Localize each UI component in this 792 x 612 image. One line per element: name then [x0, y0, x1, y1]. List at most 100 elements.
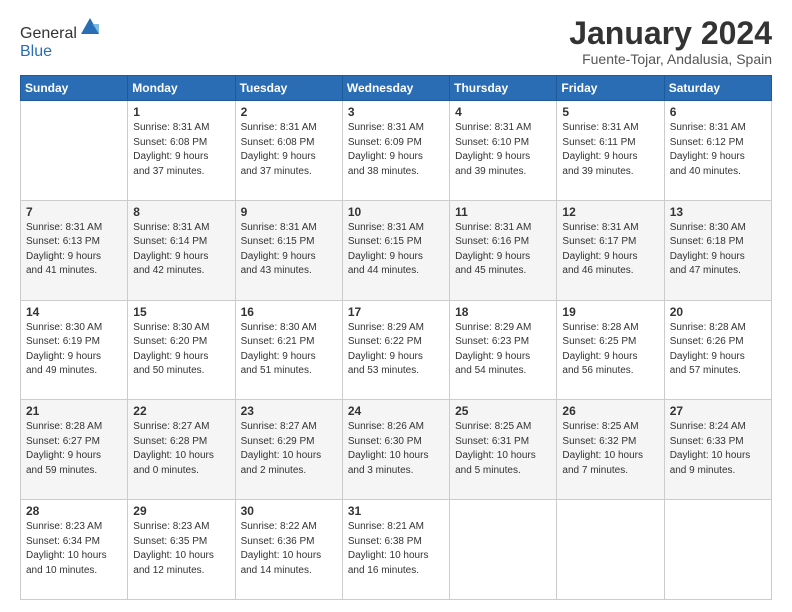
- daylight-text-2: and 0 minutes.: [133, 465, 199, 476]
- table-row: 28Sunrise: 8:23 AMSunset: 6:34 PMDayligh…: [21, 500, 128, 600]
- table-row: 13Sunrise: 8:30 AMSunset: 6:18 PMDayligh…: [664, 200, 771, 300]
- title-block: January 2024 Fuente-Tojar, Andalusia, Sp…: [569, 16, 772, 67]
- sunset-text: Sunset: 6:10 PM: [455, 137, 529, 148]
- day-info: Sunrise: 8:30 AMSunset: 6:19 PMDaylight:…: [26, 321, 122, 379]
- table-row: 6Sunrise: 8:31 AMSunset: 6:12 PMDaylight…: [664, 101, 771, 201]
- day-number: 3: [348, 105, 444, 119]
- table-row: [557, 500, 664, 600]
- day-info: Sunrise: 8:26 AMSunset: 6:30 PMDaylight:…: [348, 420, 444, 478]
- daylight-text-2: and 56 minutes.: [562, 365, 633, 376]
- daylight-text-2: and 12 minutes.: [133, 565, 204, 576]
- sunrise-text: Sunrise: 8:31 AM: [133, 122, 209, 133]
- day-info: Sunrise: 8:22 AMSunset: 6:36 PMDaylight:…: [241, 520, 337, 578]
- daylight-text-1: Daylight: 9 hours: [241, 251, 316, 262]
- sunset-text: Sunset: 6:08 PM: [133, 137, 207, 148]
- main-title: January 2024: [569, 16, 772, 51]
- sunset-text: Sunset: 6:38 PM: [348, 536, 422, 547]
- sunrise-text: Sunrise: 8:28 AM: [670, 322, 746, 333]
- logo: General Blue: [20, 16, 101, 61]
- sunset-text: Sunset: 6:14 PM: [133, 236, 207, 247]
- table-row: 4 Sunrise: 8:31 AMSunset: 6:10 PMDaylight…: [450, 101, 557, 201]
- sunset-text: Sunset: 6:20 PM: [133, 336, 207, 347]
- sunrise-text: Sunrise: 8:24 AM: [670, 421, 746, 432]
- table-row: 5Sunrise: 8:31 AMSunset: 6:11 PMDaylight…: [557, 101, 664, 201]
- day-info: Sunrise: 8:31 AMSunset: 6:10 PMDaylight:…: [455, 121, 551, 179]
- daylight-text-1: Daylight: 10 hours: [241, 450, 322, 461]
- daylight-text-1: Daylight: 9 hours: [348, 251, 423, 262]
- day-info: Sunrise: 8:24 AMSunset: 6:33 PMDaylight:…: [670, 420, 766, 478]
- sunset-text: Sunset: 6:16 PM: [455, 236, 529, 247]
- sunrise-text: Sunrise: 8:29 AM: [348, 322, 424, 333]
- daylight-text-2: and 40 minutes.: [670, 166, 741, 177]
- daylight-text-2: and 41 minutes.: [26, 265, 97, 276]
- day-number: 1: [133, 105, 229, 119]
- day-info: Sunrise: 8:29 AMSunset: 6:22 PMDaylight:…: [348, 321, 444, 379]
- day-info: Sunrise: 8:23 AMSunset: 6:34 PMDaylight:…: [26, 520, 122, 578]
- day-number: 18: [455, 305, 551, 319]
- day-number: 20: [670, 305, 766, 319]
- day-number: 24: [348, 404, 444, 418]
- daylight-text-1: Daylight: 9 hours: [562, 351, 637, 362]
- daylight-text-1: Daylight: 10 hours: [562, 450, 643, 461]
- daylight-text-2: and 14 minutes.: [241, 565, 312, 576]
- header-friday: Friday: [557, 76, 664, 101]
- day-number: 26: [562, 404, 658, 418]
- daylight-text-1: Daylight: 10 hours: [348, 550, 429, 561]
- daylight-text-1: Daylight: 9 hours: [670, 351, 745, 362]
- daylight-text-2: and 51 minutes.: [241, 365, 312, 376]
- day-number: 11: [455, 205, 551, 219]
- daylight-text-2: and 44 minutes.: [348, 265, 419, 276]
- daylight-text-1: Daylight: 10 hours: [670, 450, 751, 461]
- day-info: Sunrise: 8:30 AMSunset: 6:21 PMDaylight:…: [241, 321, 337, 379]
- daylight-text-2: and 53 minutes.: [348, 365, 419, 376]
- calendar-week-row: 28Sunrise: 8:23 AMSunset: 6:34 PMDayligh…: [21, 500, 772, 600]
- sunset-text: Sunset: 6:15 PM: [348, 236, 422, 247]
- day-info: Sunrise: 8:31 AMSunset: 6:15 PMDaylight:…: [348, 221, 444, 279]
- daylight-text-2: and 42 minutes.: [133, 265, 204, 276]
- table-row: 24 Sunrise: 8:26 AMSunset: 6:30 PMDayligh…: [342, 400, 449, 500]
- daylight-text-2: and 59 minutes.: [26, 465, 97, 476]
- sunrise-text: Sunrise: 8:22 AM: [241, 521, 317, 532]
- day-number: 22: [133, 404, 229, 418]
- day-info: Sunrise: 8:28 AMSunset: 6:26 PMDaylight:…: [670, 321, 766, 379]
- header-monday: Monday: [128, 76, 235, 101]
- sunset-text: Sunset: 6:11 PM: [562, 137, 635, 148]
- daylight-text-2: and 45 minutes.: [455, 265, 526, 276]
- sunrise-text: Sunrise: 8:25 AM: [455, 421, 531, 432]
- day-number: 30: [241, 504, 337, 518]
- subtitle: Fuente-Tojar, Andalusia, Spain: [569, 51, 772, 67]
- table-row: 27Sunrise: 8:24 AMSunset: 6:33 PMDayligh…: [664, 400, 771, 500]
- daylight-text-1: Daylight: 10 hours: [241, 550, 322, 561]
- table-row: 31Sunrise: 8:21 AMSunset: 6:38 PMDayligh…: [342, 500, 449, 600]
- day-info: Sunrise: 8:31 AMSunset: 6:08 PMDaylight:…: [241, 121, 337, 179]
- day-number: 16: [241, 305, 337, 319]
- day-info: Sunrise: 8:31 AMSunset: 6:15 PMDaylight:…: [241, 221, 337, 279]
- sunset-text: Sunset: 6:28 PM: [133, 436, 207, 447]
- day-number: 4: [455, 105, 551, 119]
- header-thursday: Thursday: [450, 76, 557, 101]
- table-row: 15Sunrise: 8:30 AMSunset: 6:20 PMDayligh…: [128, 300, 235, 400]
- day-number: 15: [133, 305, 229, 319]
- day-info: Sunrise: 8:23 AMSunset: 6:35 PMDaylight:…: [133, 520, 229, 578]
- sunset-text: Sunset: 6:34 PM: [26, 536, 100, 547]
- day-info: Sunrise: 8:28 AMSunset: 6:25 PMDaylight:…: [562, 321, 658, 379]
- daylight-text-2: and 54 minutes.: [455, 365, 526, 376]
- daylight-text-2: and 16 minutes.: [348, 565, 419, 576]
- daylight-text-1: Daylight: 9 hours: [241, 151, 316, 162]
- daylight-text-1: Daylight: 9 hours: [670, 251, 745, 262]
- sunrise-text: Sunrise: 8:30 AM: [26, 322, 102, 333]
- logo-icon: [79, 16, 101, 38]
- daylight-text-1: Daylight: 10 hours: [348, 450, 429, 461]
- sunrise-text: Sunrise: 8:23 AM: [26, 521, 102, 532]
- sunset-text: Sunset: 6:08 PM: [241, 137, 315, 148]
- daylight-text-1: Daylight: 9 hours: [133, 151, 208, 162]
- day-number: 5: [562, 105, 658, 119]
- day-number: 7: [26, 205, 122, 219]
- daylight-text-2: and 37 minutes.: [133, 166, 204, 177]
- day-number: 21: [26, 404, 122, 418]
- daylight-text-2: and 49 minutes.: [26, 365, 97, 376]
- daylight-text-2: and 47 minutes.: [670, 265, 741, 276]
- table-row: 29Sunrise: 8:23 AMSunset: 6:35 PMDayligh…: [128, 500, 235, 600]
- daylight-text-2: and 57 minutes.: [670, 365, 741, 376]
- day-number: 19: [562, 305, 658, 319]
